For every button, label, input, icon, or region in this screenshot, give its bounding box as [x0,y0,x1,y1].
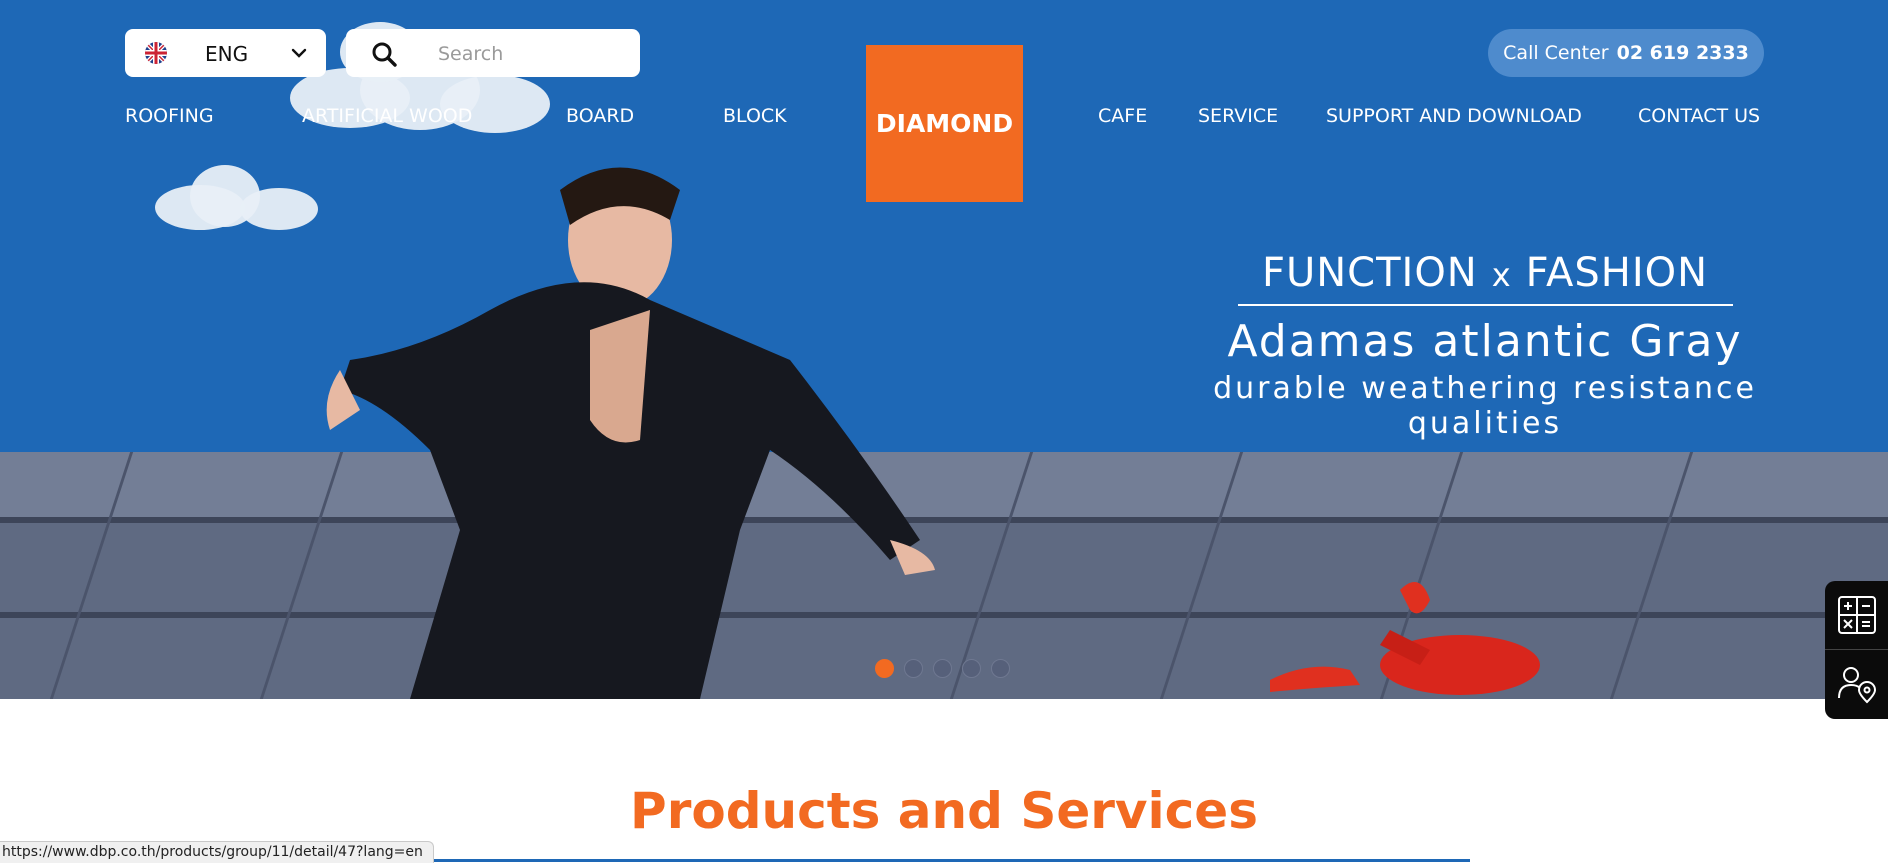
search-icon[interactable] [371,41,397,67]
headline-x: x [1491,256,1512,294]
nav-cafe[interactable]: CAFE [1098,105,1147,127]
headline-function: FUNCTION [1261,250,1478,296]
call-center-button[interactable]: Call Center 02 619 2333 [1488,29,1764,77]
nav-artificial-wood[interactable]: ARTIFICIAL WOOD [302,105,472,127]
status-url: https://www.dbp.co.th/products/group/11/… [0,841,434,863]
calculator-button[interactable] [1825,581,1888,649]
headline-title: FUNCTION x FASHION [1160,250,1810,296]
roof-divider [0,517,1888,523]
calculator-icon [1837,596,1876,634]
nav-support-and-download[interactable]: SUPPORT AND DOWNLOAD [1326,105,1582,127]
nav-roofing[interactable]: ROOFING [125,105,214,127]
carousel-dot[interactable] [962,659,981,678]
side-widget-panel [1825,581,1888,719]
headline-underline [1237,304,1733,306]
headline-fashion: FASHION [1525,250,1709,296]
language-label: ENG [205,42,249,66]
logo-text: DIAMOND [875,109,1014,138]
uk-flag-icon [145,42,167,64]
language-selector[interactable]: ENG [125,29,326,77]
roof-ridge [0,452,1888,522]
roof-divider [0,612,1888,618]
call-center-label: Call Center [1503,42,1609,64]
carousel-dot[interactable] [875,659,894,678]
hero-headline: FUNCTION x FASHION Adamas atlantic Gray du… [1160,250,1810,441]
nav-contact-us[interactable]: CONTACT US [1638,105,1760,127]
nav-block[interactable]: BLOCK [723,105,787,127]
carousel-dot[interactable] [904,659,923,678]
chevron-down-icon [291,48,307,58]
diamond-logo[interactable]: DIAMOND [866,45,1023,202]
call-center-number: 02 619 2333 [1616,42,1749,64]
search-box[interactable] [346,29,640,77]
nav-board[interactable]: BOARD [566,105,634,127]
search-input[interactable] [436,39,620,69]
user-location-icon [1837,667,1876,704]
product-name: Adamas atlantic Gray [1227,316,1743,367]
hero-banner[interactable]: ENG Call Center 02 619 2333 ROOFING ARTI… [0,0,1888,699]
lobster-image [1270,582,1540,695]
carousel-dot[interactable] [933,659,952,678]
carousel-dot[interactable] [991,659,1010,678]
carousel-dots [875,659,1010,678]
nav-service[interactable]: SERVICE [1198,105,1278,127]
product-tagline: durable weathering resistance qualities [1213,371,1757,441]
model-person-image [326,167,935,699]
section-title: Products and Services [630,782,1258,840]
dealer-locator-button[interactable] [1825,650,1888,718]
